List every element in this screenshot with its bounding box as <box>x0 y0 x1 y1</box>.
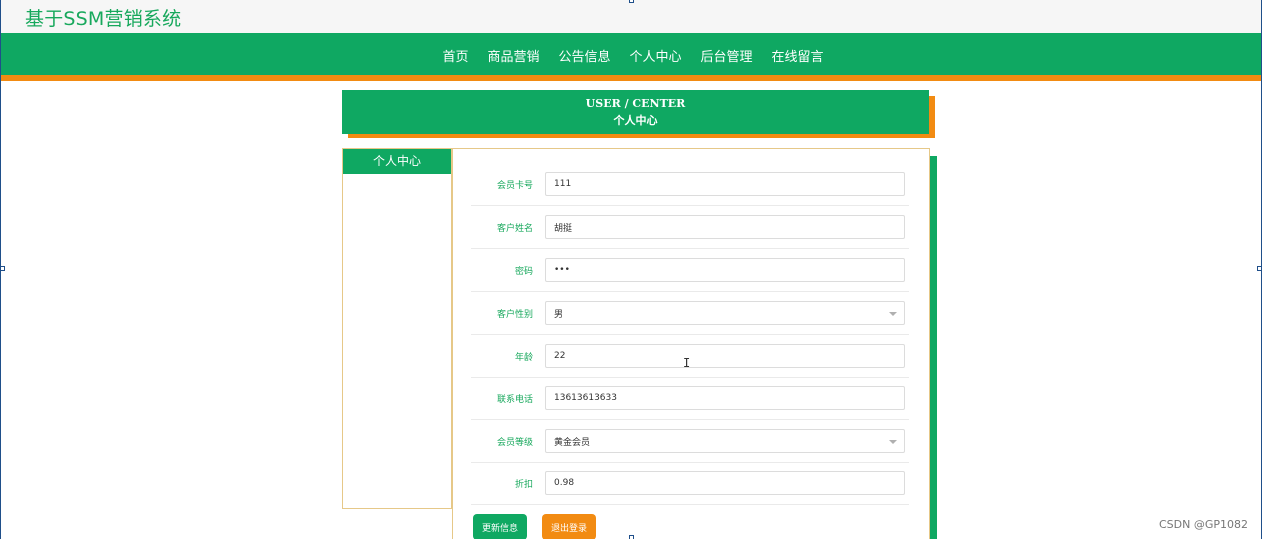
age-label: 年龄 <box>514 352 533 363</box>
level-selected-value: 黄金会员 <box>554 437 591 448</box>
gender-select[interactable]: 男 <box>545 301 905 325</box>
user-center-header: USER / CENTER 个人中心 <box>342 90 929 134</box>
profile-form-panel: 会员卡号 客户姓名 密码 客户性别 男 年龄 联系电话 会员等级 <box>452 148 930 539</box>
form-row-phone: 联系电话 <box>471 377 909 420</box>
top-title-bar: 基于SSM营销系统 <box>1 0 1261 33</box>
main-navbar: 首页 商品营销 公告信息 个人中心 后台管理 在线留言 <box>1 33 1261 81</box>
level-label: 会员等级 <box>496 437 533 448</box>
form-row-password: 密码 <box>471 249 909 292</box>
form-row-card-no: 会员卡号 <box>471 163 909 206</box>
name-input[interactable] <box>545 215 905 239</box>
chevron-down-icon <box>889 440 897 444</box>
watermark: CSDN @GP1082 <box>1158 518 1248 531</box>
site-title: 基于SSM营销系统 <box>25 8 182 30</box>
form-row-discount: 折扣 <box>471 462 909 505</box>
nav-item-notices[interactable]: 公告信息 <box>558 46 610 65</box>
card-no-label: 会员卡号 <box>496 180 533 191</box>
password-label: 密码 <box>514 266 533 277</box>
form-row-gender: 客户性别 男 <box>471 292 909 335</box>
panel-shadow <box>929 156 937 539</box>
nav-item-products[interactable]: 商品营销 <box>487 46 539 65</box>
form-row-level: 会员等级 黄金会员 <box>471 420 909 463</box>
nav-item-messages[interactable]: 在线留言 <box>772 46 824 65</box>
phone-label: 联系电话 <box>496 394 533 405</box>
nav-item-admin[interactable]: 后台管理 <box>701 46 753 65</box>
phone-input[interactable] <box>545 386 905 410</box>
chevron-down-icon <box>889 312 897 316</box>
resize-handle-left[interactable] <box>0 266 5 271</box>
nav-item-user-center[interactable]: 个人中心 <box>630 46 682 65</box>
sidebar-item-user-center[interactable]: 个人中心 <box>343 149 451 174</box>
gender-selected-value: 男 <box>554 309 564 320</box>
nav-menu: 首页 商品营销 公告信息 个人中心 后台管理 在线留言 <box>1 33 1261 77</box>
gender-label: 客户性别 <box>496 309 533 320</box>
card-no-input[interactable] <box>545 172 905 196</box>
resize-handle-bottom[interactable] <box>629 535 634 539</box>
name-label: 客户姓名 <box>496 223 533 234</box>
logout-button[interactable]: 退出登录 <box>542 514 596 539</box>
user-center-title-en: USER / CENTER <box>585 97 686 110</box>
nav-item-home[interactable]: 首页 <box>442 46 468 65</box>
update-info-button[interactable]: 更新信息 <box>473 514 527 539</box>
text-cursor-icon: I <box>683 356 691 370</box>
resize-handle-right[interactable] <box>1257 266 1262 271</box>
resize-handle-top[interactable] <box>629 0 634 3</box>
form-row-name: 客户姓名 <box>471 206 909 249</box>
password-input[interactable] <box>545 258 905 282</box>
user-center-title-cn: 个人中心 <box>613 114 658 127</box>
sidebar: 个人中心 <box>342 148 452 509</box>
discount-label: 折扣 <box>514 479 533 490</box>
level-select[interactable]: 黄金会员 <box>545 429 905 453</box>
age-input[interactable] <box>545 344 905 368</box>
page: 基于SSM营销系统 首页 商品营销 公告信息 个人中心 后台管理 在线留言 US… <box>0 0 1262 539</box>
discount-input[interactable] <box>545 471 905 495</box>
